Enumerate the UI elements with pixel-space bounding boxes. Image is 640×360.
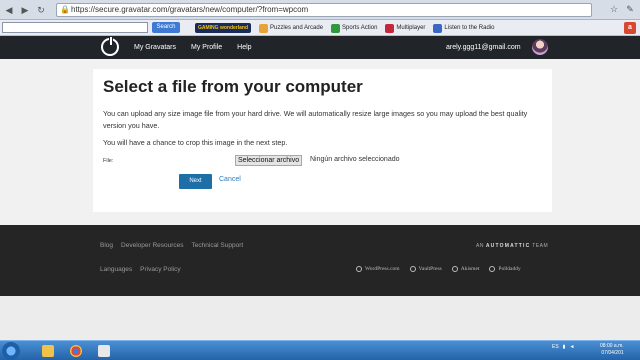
gravatar-logo-icon[interactable]: [101, 37, 119, 56]
footer-link-blog[interactable]: Blog: [100, 242, 113, 249]
toolbar-item-label: Sports Action: [342, 25, 378, 31]
sports-icon: [331, 23, 341, 33]
taskbar-apps: [36, 342, 116, 359]
automattic-badge[interactable]: AN AUTOMATTIC TEAM: [476, 243, 548, 249]
taskbar-app[interactable]: [92, 342, 116, 359]
choose-file-button[interactable]: Seleccionar archivo: [235, 155, 303, 166]
polldaddy-icon: [489, 266, 496, 272]
radio-icon: [433, 23, 443, 33]
browser-toolbar: Search GAMING wonderland Puzzles and Arc…: [0, 20, 640, 36]
toolbar-search-button[interactable]: Search: [152, 22, 180, 33]
chrome-icon: [70, 344, 82, 357]
footer-link-technical-support[interactable]: Technical Support: [192, 242, 244, 249]
footer-link-developer-resources[interactable]: Developer Resources: [121, 242, 184, 249]
toolbar-item-multiplayer[interactable]: Multiplayer: [385, 23, 426, 33]
vaultpress-icon: [409, 266, 416, 272]
multiplayer-icon: [385, 23, 395, 33]
browser-chrome: ◀ ▶ ↻ 🔒 https://secure.gravatar.com/grav…: [0, 0, 640, 20]
page-bottom-area: [0, 296, 640, 340]
footer-brands: WordPress.com VaultPress Akismet Polldad…: [356, 266, 521, 272]
footer-link-languages[interactable]: Languages: [100, 266, 132, 273]
lock-icon: 🔒: [60, 5, 70, 14]
brand-polldaddy[interactable]: Polldaddy: [489, 266, 521, 272]
toolbar-addon-icon[interactable]: a: [624, 22, 636, 34]
file-label: File:: [103, 158, 114, 164]
wordpress-icon: [356, 266, 362, 272]
avatar[interactable]: [532, 39, 548, 55]
toolbar-item-radio[interactable]: Listen to the Radio: [433, 23, 495, 33]
system-tray: ES ▮ ◄: [552, 344, 574, 350]
clock[interactable]: 08:00 a.m. 07/04/201: [600, 343, 624, 357]
toolbar-item-label: Multiplayer: [396, 25, 426, 31]
footer-link-privacy-policy[interactable]: Privacy Policy: [140, 266, 180, 273]
page-title: Select a file from your computer: [103, 77, 363, 96]
network-icon[interactable]: ▮: [563, 344, 566, 350]
toolbar-item-puzzles[interactable]: Puzzles and Arcade: [259, 23, 324, 33]
site-header: My Gravatars My Profile Help arely.ggg11…: [0, 36, 640, 59]
document-icon: [98, 344, 110, 357]
main-nav: My Gravatars My Profile Help: [134, 36, 252, 59]
toolbar-item-label: Puzzles and Arcade: [270, 25, 324, 31]
back-icon[interactable]: ◀: [2, 3, 16, 17]
gaming-wonderland-logo[interactable]: GAMING wonderland: [195, 23, 251, 33]
toolbar-item-label: Listen to the Radio: [444, 25, 495, 31]
forward-icon[interactable]: ▶: [18, 3, 32, 17]
toolbar-items: GAMING wonderland Puzzles and Arcade Spo…: [195, 22, 494, 34]
folder-icon: [42, 344, 54, 357]
start-button-icon[interactable]: [2, 342, 20, 360]
address-bar[interactable]: 🔒 https://secure.gravatar.com/gravatars/…: [56, 3, 592, 17]
os-taskbar: ES ▮ ◄ 08:00 a.m. 07/04/201: [0, 340, 640, 360]
automattic-name: AUTOMATTIC: [485, 243, 531, 249]
taskbar-explorer[interactable]: [36, 342, 60, 359]
reload-icon[interactable]: ↻: [34, 3, 48, 17]
star-icon[interactable]: ☆: [608, 3, 620, 15]
akismet-icon: [451, 266, 458, 272]
footer-links-secondary: Languages Privacy Policy: [100, 266, 181, 273]
user-email[interactable]: arely.ggg11@gmail.com: [446, 36, 521, 59]
brand-wordpress[interactable]: WordPress.com: [356, 266, 400, 272]
upload-card: Select a file from your computer You can…: [93, 69, 552, 212]
nav-my-profile[interactable]: My Profile: [191, 44, 222, 51]
clock-date: 07/04/201: [601, 350, 624, 356]
brand-label: WordPress.com: [365, 266, 400, 272]
volume-icon[interactable]: ◄: [569, 344, 574, 350]
nav-my-gravatars[interactable]: My Gravatars: [134, 44, 176, 51]
crop-note: You will have a chance to crop this imag…: [103, 138, 288, 147]
wrench-icon[interactable]: ✎: [624, 3, 636, 15]
browser-actions: ☆ ✎: [608, 3, 636, 15]
footer-links-primary: Blog Developer Resources Technical Suppo…: [100, 242, 243, 249]
cancel-link[interactable]: Cancel: [219, 176, 241, 183]
next-button[interactable]: Next: [179, 174, 212, 189]
brand-label: VaultPress: [418, 266, 442, 272]
file-status: Ningún archivo seleccionado: [310, 156, 400, 163]
browser-nav-buttons: ◀ ▶ ↻: [2, 3, 48, 17]
nav-help[interactable]: Help: [237, 44, 251, 51]
toolbar-item-sports[interactable]: Sports Action: [331, 23, 378, 33]
puzzle-icon: [259, 23, 268, 33]
toolbar-search-input[interactable]: [2, 22, 148, 33]
brand-label: Polldaddy: [498, 266, 521, 272]
taskbar-chrome[interactable]: [64, 342, 88, 359]
upload-description: You can upload any size image file from …: [103, 109, 528, 130]
brand-akismet[interactable]: Akismet: [451, 266, 480, 272]
language-indicator[interactable]: ES: [552, 344, 559, 350]
clock-time: 08:00 a.m.: [600, 343, 624, 349]
brand-vaultpress[interactable]: VaultPress: [409, 266, 442, 272]
automattic-suffix: TEAM: [532, 243, 549, 249]
automattic-prefix: AN: [476, 243, 484, 249]
brand-label: Akismet: [460, 266, 480, 272]
address-url: https://secure.gravatar.com/gravatars/ne…: [71, 5, 309, 14]
site-footer: Blog Developer Resources Technical Suppo…: [0, 225, 640, 296]
